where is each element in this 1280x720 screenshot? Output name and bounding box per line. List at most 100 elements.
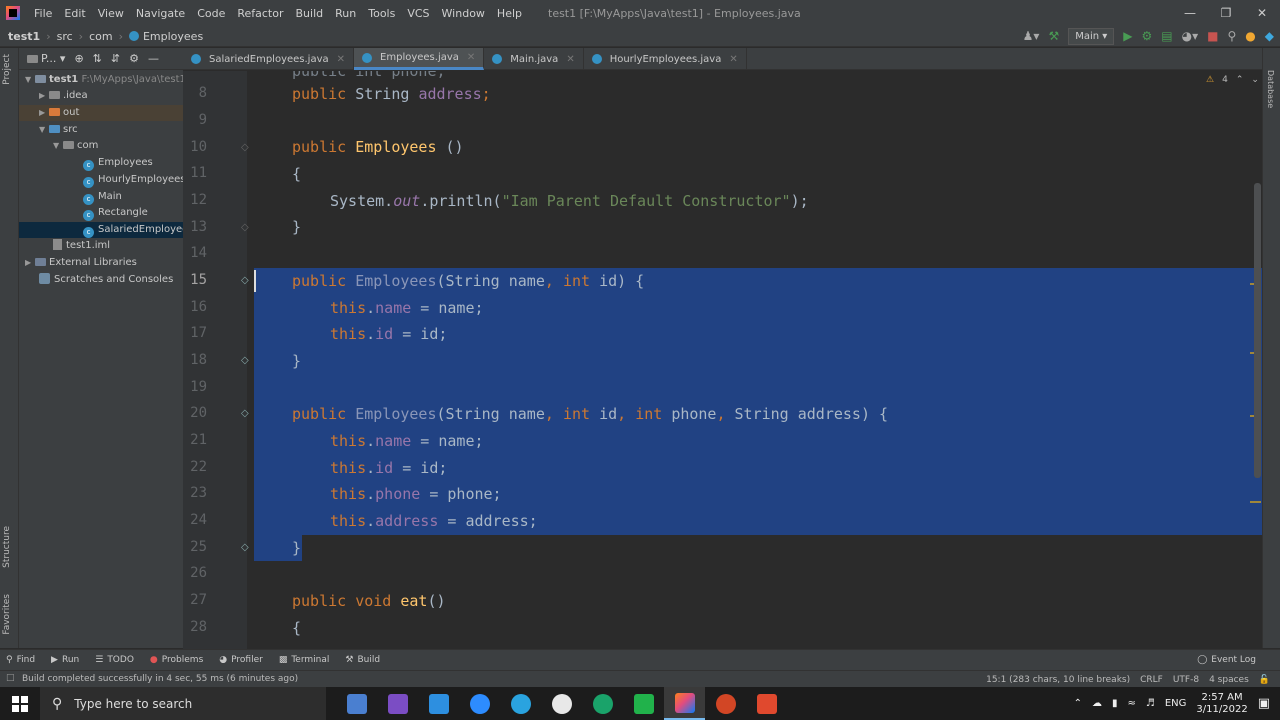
plugin-icon[interactable]: ◆ [1265,26,1274,47]
settings-gear-icon[interactable]: ⚙ [129,52,139,65]
tree-item-test1-iml[interactable]: test1.iml [19,238,183,254]
tree-item-idea[interactable]: ▶ .idea [19,88,183,104]
close-tab-icon[interactable]: ✕ [337,54,345,65]
tab-main[interactable]: Main.java ✕ [484,48,584,70]
favorites-tool-tab[interactable]: Favorites [2,594,12,635]
structure-tool-tab[interactable]: Structure [2,526,12,568]
notifications-icon[interactable]: ▣ [1258,696,1270,711]
project-tool-tab[interactable]: Project [2,54,12,85]
restore-icon[interactable]: ❐ [1208,0,1244,26]
build-hammer-icon[interactable]: ⚒ [1048,26,1059,47]
problems-tool-tab[interactable]: ● Problems [150,655,203,665]
menu-file[interactable]: File [28,7,58,20]
fold-marker-icon[interactable]: ◇ [241,408,249,419]
fold-marker-icon[interactable]: ◇ [241,355,249,366]
expand-all-icon[interactable]: ⇵ [111,52,120,65]
language-indicator[interactable]: ENG [1165,698,1187,709]
taskbar-search[interactable]: ⚲ Type here to search [40,687,326,720]
line-separator[interactable]: CRLF [1140,675,1163,685]
taskbar-app-active[interactable] [664,687,705,720]
tree-item-out[interactable]: ▶ out [19,105,183,121]
database-tool-tab[interactable]: Database [1266,70,1275,108]
collapse-all-icon[interactable]: ⇅ [93,52,102,65]
stop-icon[interactable]: ■ [1207,26,1218,47]
minimize-icon[interactable]: — [1172,0,1208,26]
battery-icon[interactable]: ▮ [1112,698,1118,709]
menu-build[interactable]: Build [290,7,330,20]
user-icon[interactable]: ♟▾ [1023,26,1040,47]
tree-item-salariedemployees[interactable]: c SalariedEmployees [19,222,194,238]
tree-item-com[interactable]: ▼ com [19,138,183,154]
wifi-icon[interactable]: ≈ [1128,698,1136,709]
menu-code[interactable]: Code [191,7,231,20]
debug-icon[interactable]: ⚙ [1142,26,1153,47]
menu-view[interactable]: View [92,7,130,20]
menu-navigate[interactable]: Navigate [130,7,191,20]
project-view-select[interactable]: P... ▾ [27,52,65,65]
tree-item-external-libraries[interactable]: ▶ External Libraries [19,255,183,271]
breadcrumb-src[interactable]: src [57,30,73,43]
taskbar-app[interactable] [459,687,500,720]
updates-icon[interactable]: ● [1245,26,1255,47]
run-configuration-select[interactable]: Main ▾ [1068,28,1115,45]
next-highlight-icon[interactable]: ⌄ [1251,75,1259,85]
prev-highlight-icon[interactable]: ⌃ [1236,75,1244,85]
profiler-tool-tab[interactable]: ◕ Profiler [219,655,263,665]
tree-item-test1[interactable]: ▼ test1 F:\MyApps\Java\test1 [19,72,186,88]
tree-item-employees[interactable]: c Employees [19,155,183,171]
tree-item-rectangle[interactable]: c Rectangle [19,205,183,221]
tab-salariedemployees[interactable]: SalariedEmployees.java ✕ [183,48,355,70]
menu-refactor[interactable]: Refactor [231,7,289,20]
tab-employees[interactable]: Employees.java ✕ [354,48,485,70]
status-message[interactable]: Build completed successfully in 4 sec, 5… [22,674,298,684]
find-tool-tab[interactable]: ⚲ Find [6,655,35,665]
event-log-tool-tab[interactable]: ◯ Event Log [1197,655,1256,665]
profile-icon[interactable]: ◕▾ [1182,26,1199,47]
coverage-icon[interactable]: ▤ [1161,26,1172,47]
tree-item-src[interactable]: ▼ src [19,122,183,138]
start-button[interactable] [0,687,40,720]
taskbar-app[interactable] [746,687,787,720]
todo-tool-tab[interactable]: ☰ TODO [95,655,134,665]
breadcrumb-employees[interactable]: Employees [143,30,203,43]
tree-item-hourlyemployees[interactable]: c HourlyEmployees [19,172,186,188]
search-icon[interactable]: ⚲ [1227,26,1236,47]
taskbar-app[interactable] [582,687,623,720]
indent-setting[interactable]: 4 spaces [1209,675,1249,685]
run-tool-tab[interactable]: ▶ Run [51,655,79,665]
onedrive-icon[interactable]: ☁ [1092,698,1102,709]
clock[interactable]: 2:57 AM 3/11/2022 [1196,692,1247,716]
hide-panel-icon[interactable]: — [148,52,159,65]
build-tool-tab[interactable]: ⚒ Build [345,655,380,665]
taskbar-app[interactable] [541,687,582,720]
taskbar-app[interactable] [705,687,746,720]
menu-edit[interactable]: Edit [58,7,91,20]
file-encoding[interactable]: UTF-8 [1173,675,1199,685]
taskbar-app[interactable] [623,687,664,720]
locate-icon[interactable]: ⊕ [74,52,83,65]
breadcrumb-project[interactable]: test1 [8,30,40,43]
menu-window[interactable]: Window [436,7,491,20]
fold-marker-icon[interactable]: ◇ [241,222,249,233]
menu-vcs[interactable]: VCS [401,7,435,20]
tree-item-main[interactable]: c Main [19,189,183,205]
run-icon[interactable]: ▶ [1123,26,1132,47]
taskbar-app[interactable] [377,687,418,720]
menu-tools[interactable]: Tools [362,7,401,20]
tab-hourlyemployees[interactable]: HourlyEmployees.java ✕ [584,48,747,70]
terminal-tool-tab[interactable]: ▩ Terminal [279,655,330,665]
close-window-icon[interactable]: ✕ [1244,0,1280,26]
fold-marker-icon[interactable]: ◇ [241,275,249,286]
close-tab-icon[interactable]: ✕ [566,54,574,65]
lock-icon[interactable]: 🔓 [1259,675,1270,685]
close-tab-icon[interactable]: ✕ [729,54,737,65]
scroll-marker[interactable] [1250,501,1261,503]
inspection-widget[interactable]: ⚠ 4 ⌃ ⌄ [1206,75,1259,85]
caret-position[interactable]: 15:1 (283 chars, 10 line breaks) [986,675,1130,685]
menu-run[interactable]: Run [329,7,362,20]
menu-help[interactable]: Help [491,7,528,20]
fold-marker-icon[interactable]: ◇ [241,142,249,153]
taskbar-app[interactable] [500,687,541,720]
show-hidden-icons-icon[interactable]: ⌃ [1074,698,1082,709]
taskbar-app[interactable] [418,687,459,720]
